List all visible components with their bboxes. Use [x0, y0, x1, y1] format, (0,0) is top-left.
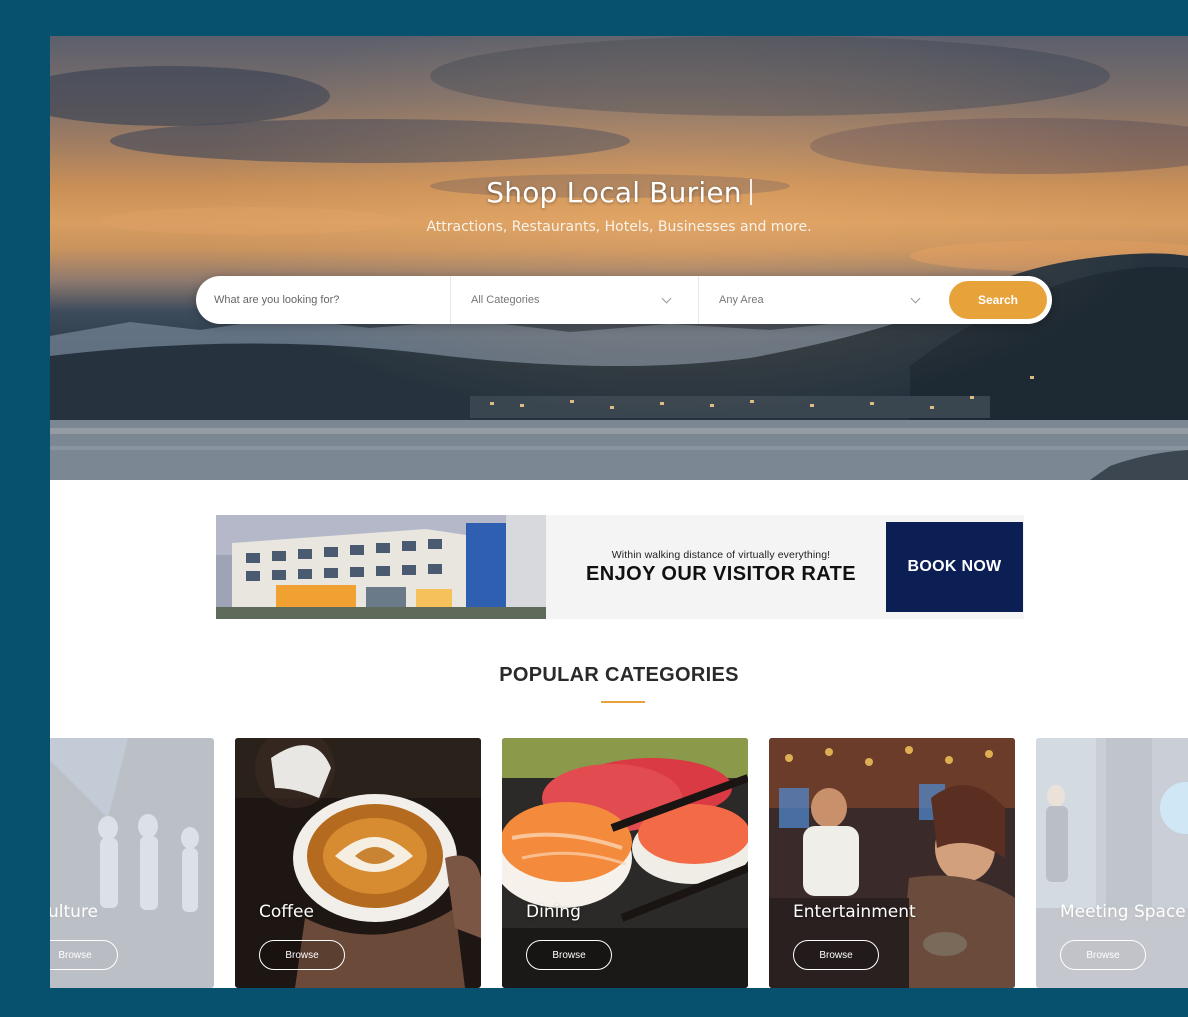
category-card-culture[interactable]: ulture Browse — [50, 738, 214, 988]
popular-categories-heading: POPULAR CATEGORIES — [499, 664, 739, 686]
chevron-down-icon — [910, 293, 921, 304]
category-select-value: All Categories — [471, 294, 540, 306]
browse-button[interactable]: Browse — [793, 940, 879, 970]
search-bar: All Categories Any Area Search — [196, 276, 1052, 324]
category-label: Meeting Space — [1060, 902, 1186, 922]
search-input-wrapper — [196, 276, 451, 324]
category-select[interactable]: All Categories — [451, 276, 699, 324]
area-select[interactable]: Any Area — [699, 276, 947, 324]
browse-button[interactable]: Browse — [1060, 940, 1146, 970]
search-button[interactable]: Search — [949, 281, 1047, 319]
category-label: Dining — [526, 902, 581, 922]
category-card-coffee[interactable]: Coffee Browse — [235, 738, 481, 988]
typing-cursor — [749, 179, 752, 205]
ad-headline: ENJOY OUR VISITOR RATE — [586, 562, 856, 585]
ad-text-block: Within walking distance of virtually eve… — [556, 515, 886, 619]
hero-title: Shop Local Burien — [50, 176, 1188, 209]
category-label: Coffee — [259, 902, 314, 922]
browse-button[interactable]: Browse — [259, 940, 345, 970]
page-frame: Shop Local Burien Attractions, Restauran… — [50, 36, 1188, 988]
browse-button[interactable]: Browse — [50, 940, 118, 970]
category-label: ulture — [50, 902, 99, 922]
hero-title-text: Shop Local Burien — [486, 176, 742, 209]
hero-subtitle: Attractions, Restaurants, Hotels, Busine… — [426, 219, 812, 235]
category-card-dining[interactable]: Dining Browse — [502, 738, 748, 988]
browse-button[interactable]: Browse — [526, 940, 612, 970]
category-label: Entertainment — [793, 902, 916, 922]
area-select-value: Any Area — [719, 294, 764, 306]
ad-tagline: Within walking distance of virtually eve… — [611, 548, 831, 561]
category-card-entertainment[interactable]: Entertainment Browse — [769, 738, 1015, 988]
hotel-ad-banner[interactable]: Within walking distance of virtually eve… — [216, 515, 1024, 619]
heading-underline — [601, 701, 645, 703]
hero-section: Shop Local Burien Attractions, Restauran… — [50, 36, 1188, 480]
hotel-photo — [216, 515, 546, 619]
chevron-down-icon — [661, 293, 672, 304]
category-card-meeting-space[interactable]: Meeting Space Browse — [1036, 738, 1188, 988]
book-now-button[interactable]: BOOK NOW — [886, 522, 1023, 612]
hero-glow-overlay — [50, 36, 1188, 480]
search-input[interactable] — [196, 294, 450, 306]
